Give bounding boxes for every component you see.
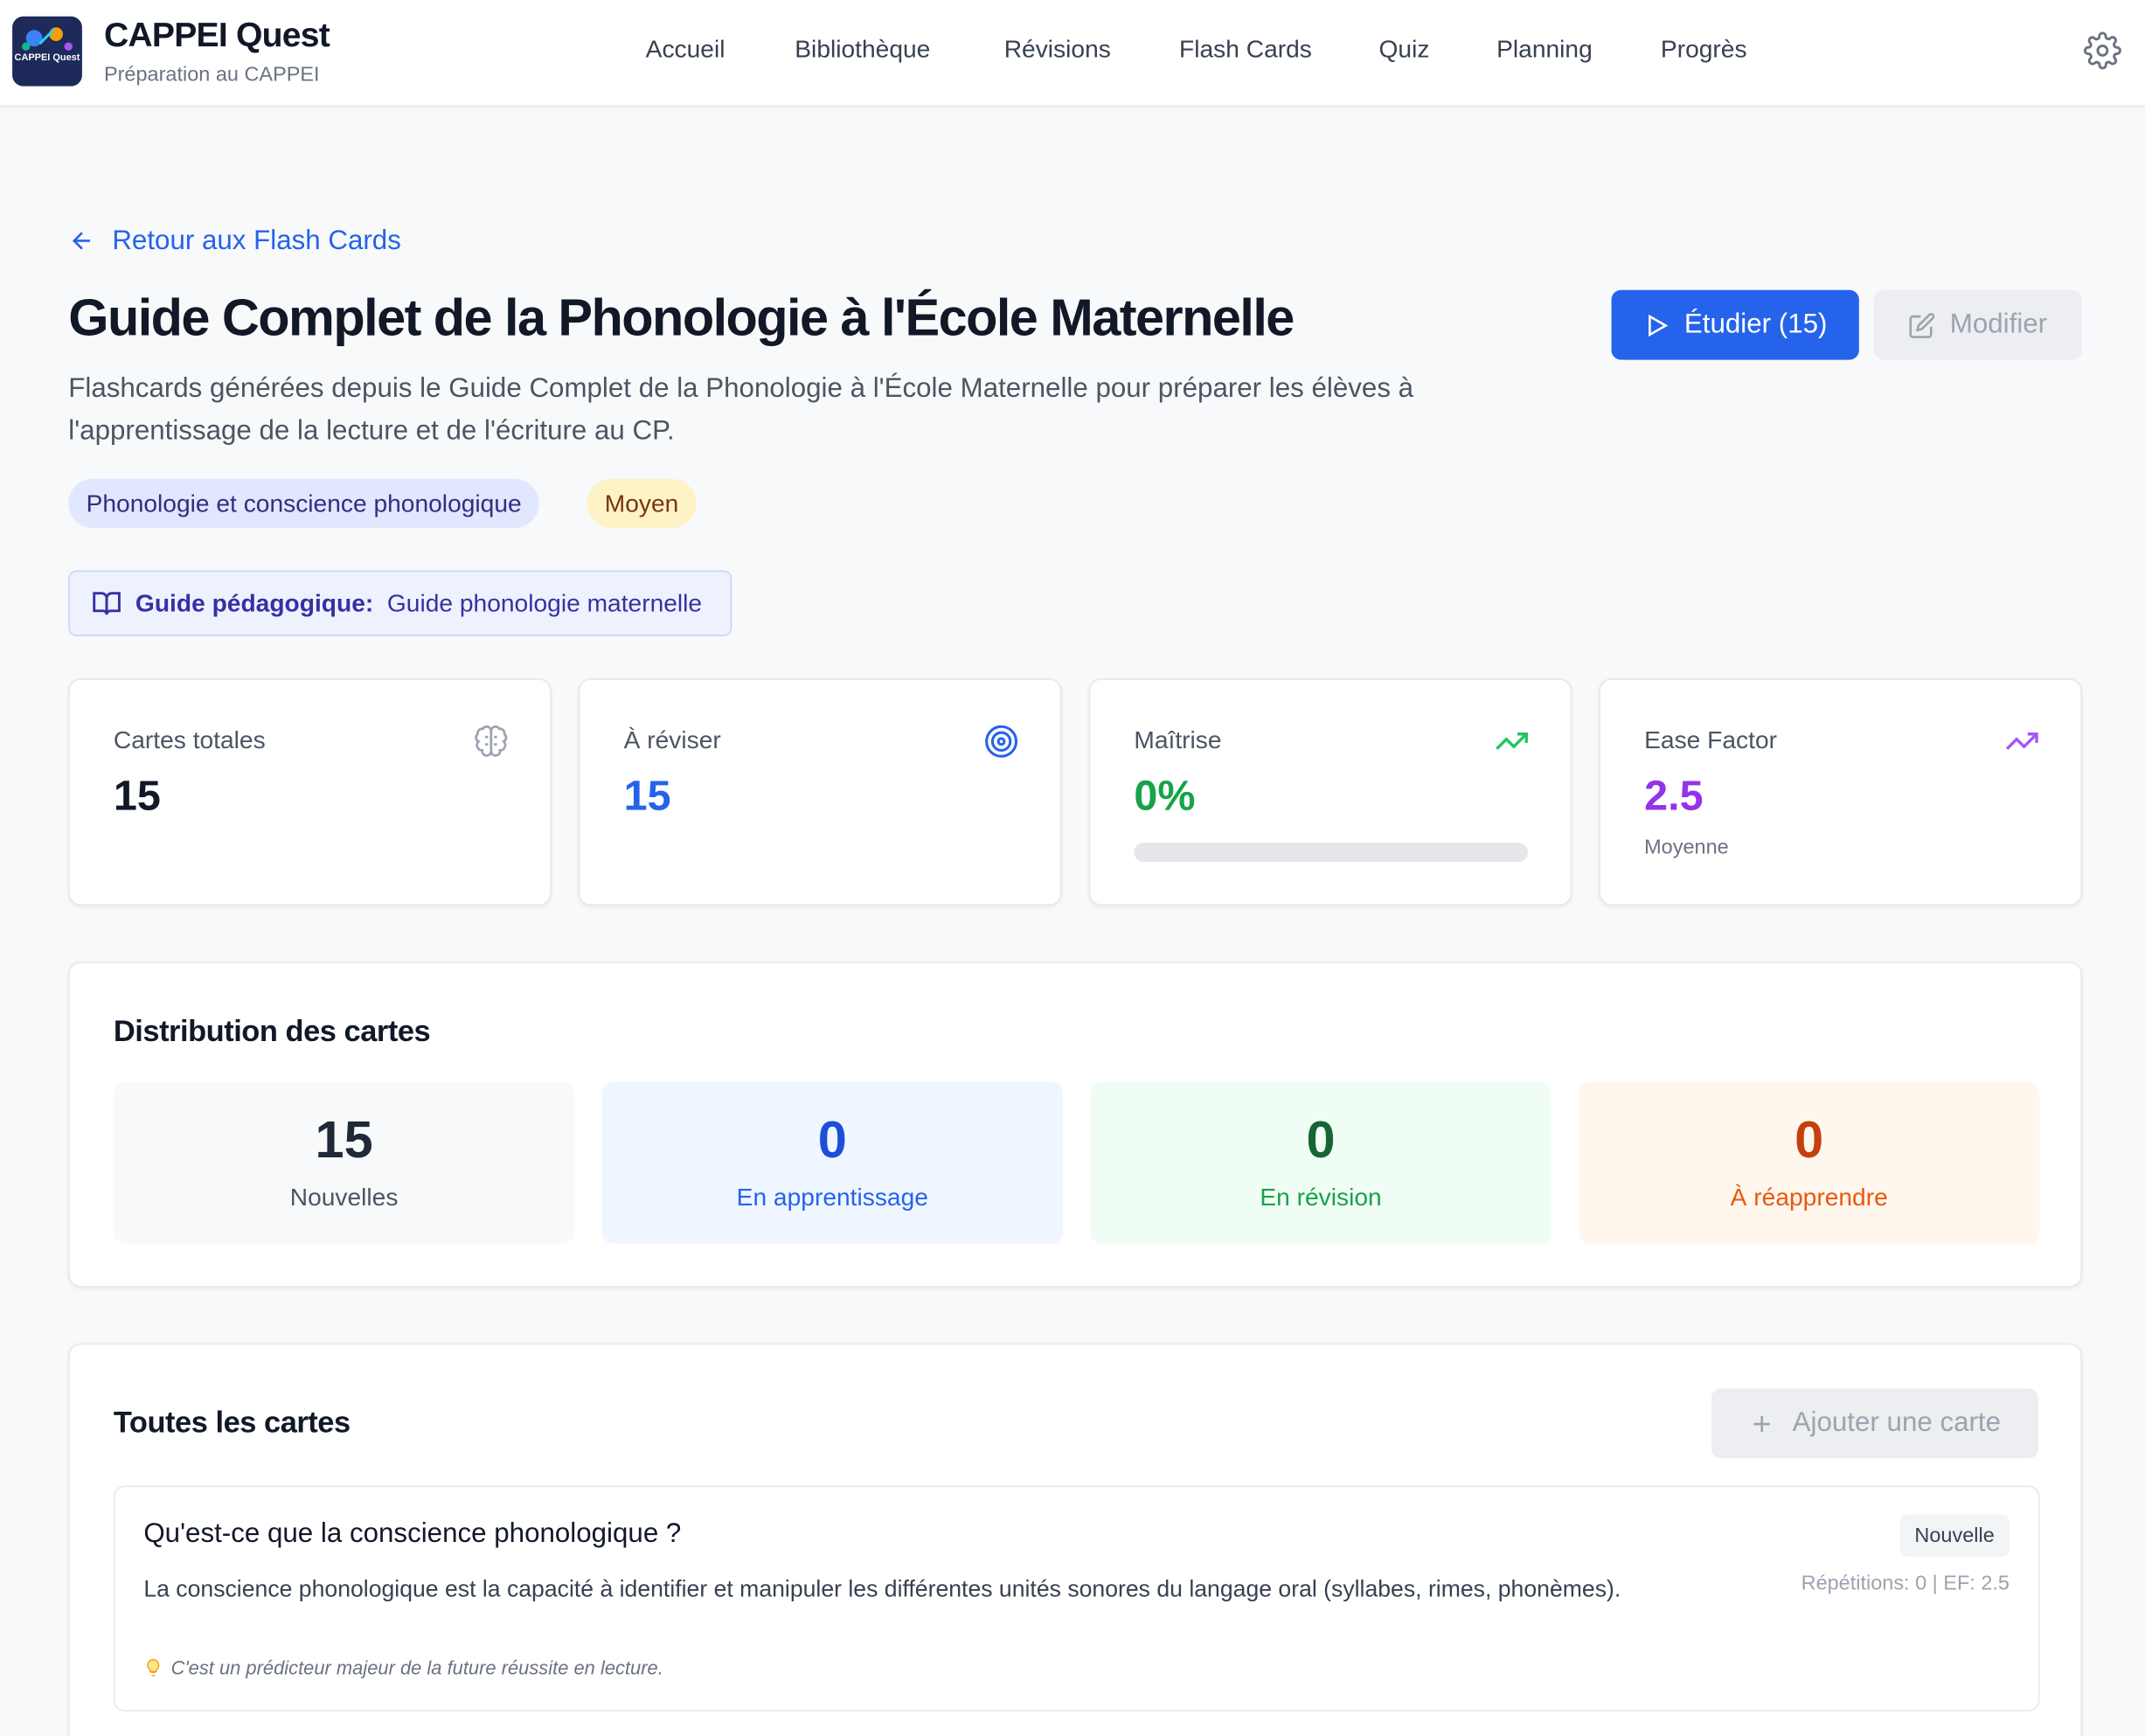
logo-text: CAPPEI Quest	[14, 53, 80, 63]
card-status-badge: Nouvelle	[1899, 1514, 2010, 1557]
stat-card-ease-factor: Ease Factor 2.5 Moyenne	[1599, 678, 2082, 906]
trending-up-icon	[1496, 733, 1528, 750]
guide-link[interactable]: Guide pédagogique: Guide phonologie mate…	[68, 570, 732, 636]
app-subtitle: Préparation au CAPPEI	[103, 62, 320, 87]
back-to-flashcards-link[interactable]: Retour aux Flash Cards	[68, 225, 401, 258]
dist-learning: 0 En apprentissage	[601, 1081, 1064, 1244]
nav-item-bibliotheque[interactable]: Bibliothèque	[795, 36, 930, 65]
card-question: Qu'est-ce que la conscience phonologique…	[143, 1518, 682, 1549]
plus-icon	[1754, 1415, 1771, 1432]
stat-card-total: Cartes totales 15	[68, 678, 552, 906]
nav-item-revisions[interactable]: Révisions	[1004, 36, 1111, 65]
dist-value: 0	[1306, 1112, 1336, 1170]
nav-item-progres[interactable]: Progrès	[1661, 36, 1747, 65]
mastery-progress-bar	[1134, 843, 1529, 862]
difficulty-tag: Moyen	[587, 478, 697, 529]
nav-item-accueil[interactable]: Accueil	[646, 36, 725, 65]
card-meta: Répétitions: 0 | EF: 2.5	[1801, 1572, 2010, 1595]
top-navigation-bar: CAPPEI Quest CAPPEI Quest Préparation au…	[0, 0, 2145, 108]
dist-value: 0	[817, 1112, 847, 1170]
card-answer: La conscience phonologique est la capaci…	[143, 1575, 1621, 1602]
edit-button-label: Modifier	[1949, 309, 2048, 340]
topic-tag: Phonologie et conscience phonologique	[68, 478, 540, 529]
add-card-label: Ajouter une carte	[1792, 1407, 2002, 1438]
add-card-button[interactable]: Ajouter une carte	[1711, 1388, 2038, 1459]
book-open-icon	[93, 592, 121, 615]
card-list-item[interactable]: Qu'est-ce que la conscience phonologique…	[113, 1485, 2040, 1712]
cards-panel: Toutes les cartes Ajouter une carte Qu'e…	[68, 1343, 2082, 1736]
stat-label: Maîtrise	[1134, 726, 1222, 754]
dist-label: Nouvelles	[289, 1183, 399, 1212]
distribution-title: Distribution des cartes	[113, 1013, 431, 1048]
stat-subtext: Moyenne	[1644, 836, 1729, 859]
dist-review: 0 En révision	[1090, 1081, 1551, 1244]
dist-label: En révision	[1260, 1183, 1382, 1212]
nav-item-planning[interactable]: Planning	[1496, 36, 1593, 65]
deck-description: Flashcards générées depuis le Guide Comp…	[68, 373, 1414, 447]
cards-section-title: Toutes les cartes	[113, 1405, 351, 1440]
stat-value: 15	[113, 771, 161, 820]
distribution-panel: Distribution des cartes 15 Nouvelles 0 E…	[68, 962, 2082, 1288]
dist-value: 15	[315, 1112, 373, 1170]
stat-card-mastery: Maîtrise 0%	[1088, 678, 1572, 906]
guide-label: Guide pédagogique:	[135, 588, 374, 617]
nav-item-flash-cards[interactable]: Flash Cards	[1179, 36, 1312, 65]
dist-label: À réapprendre	[1730, 1183, 1888, 1212]
lightbulb-icon	[147, 1658, 160, 1677]
app-title[interactable]: CAPPEI Quest	[104, 17, 330, 56]
dist-value: 0	[1794, 1112, 1824, 1170]
deck-title: Guide Complet de la Phonologie à l'École…	[68, 289, 1295, 348]
nav-item-quiz[interactable]: Quiz	[1379, 36, 1430, 65]
dist-new: 15 Nouvelles	[113, 1081, 575, 1244]
dist-relearn: 0 À réapprendre	[1579, 1081, 2040, 1244]
stat-value: 2.5	[1644, 771, 1704, 820]
study-button[interactable]: Étudier (15)	[1611, 289, 1859, 360]
stat-card-to-review: À réviser 15	[578, 678, 1062, 906]
edit-button[interactable]: Modifier	[1874, 289, 2082, 360]
logo-graphic	[22, 27, 73, 51]
trending-up-icon	[2005, 733, 2038, 750]
stat-label: Ease Factor	[1644, 726, 1778, 754]
gear-icon[interactable]	[2083, 31, 2121, 70]
stat-label: Cartes totales	[113, 726, 266, 754]
target-icon	[985, 725, 1018, 758]
stat-value: 0%	[1134, 771, 1196, 820]
dist-label: En apprentissage	[736, 1183, 928, 1212]
app-page: CAPPEI Quest CAPPEI Quest Préparation au…	[0, 0, 2145, 1736]
app-logo[interactable]: CAPPEI Quest	[12, 16, 82, 87]
play-icon	[1649, 314, 1669, 337]
card-tip: C'est un prédicteur majeur de la future …	[143, 1656, 663, 1678]
arrow-left-icon	[72, 232, 91, 250]
edit-icon	[1910, 312, 1935, 338]
brain-icon	[475, 725, 508, 757]
back-link-label: Retour aux Flash Cards	[112, 225, 401, 255]
study-button-label: Étudier (15)	[1683, 309, 1828, 340]
stat-value: 15	[623, 771, 671, 820]
stat-label: À réviser	[623, 726, 721, 754]
guide-name: Guide phonologie maternelle	[386, 588, 703, 617]
card-tip-text: C'est un prédicteur majeur de la future …	[170, 1656, 663, 1679]
